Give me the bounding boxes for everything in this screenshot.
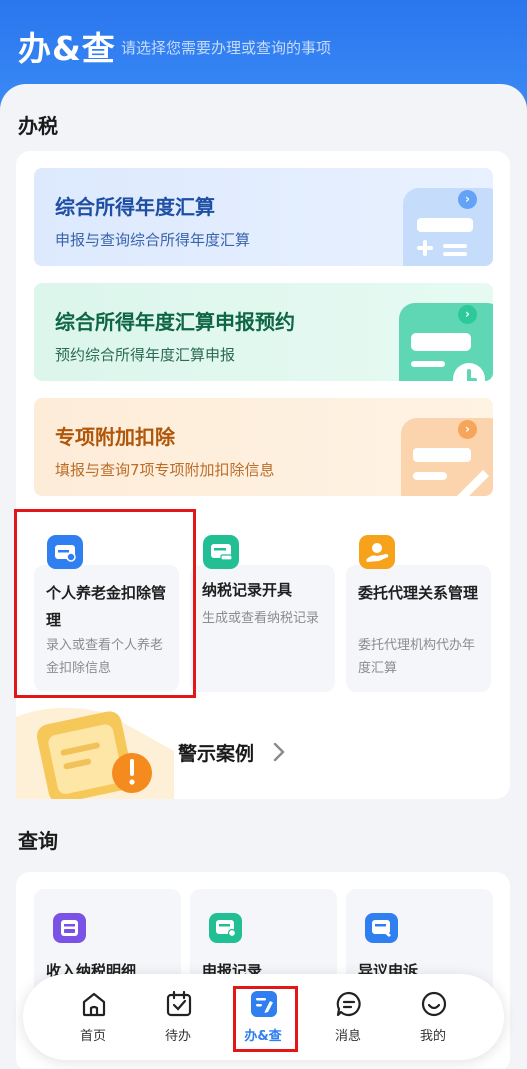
banner-title: 综合所得年度汇算 [55, 195, 215, 219]
service-desc: 委托代理机构代办年度汇算 [358, 638, 476, 676]
tab-label: 首页 [79, 1029, 106, 1044]
section-title-tax: 办税 [18, 114, 58, 138]
banner-annual-settlement[interactable]: 综合所得年度汇算 申报与查询综合所得年度汇算 › [34, 168, 493, 266]
calculator-icon [403, 188, 493, 266]
banner-title: 专项附加扣除 [55, 425, 175, 449]
agency-handshake-icon [359, 535, 395, 569]
tab-messages[interactable]: 消息 [318, 974, 378, 1060]
chevron-right-icon: › [458, 190, 477, 209]
service-desc: 生成或查看纳税记录 [202, 611, 320, 626]
page-subtitle: 请选择您需要办理或查询的事项 [121, 39, 332, 57]
warning-cases-label: 警示案例 [178, 743, 255, 765]
tab-home[interactable]: 首页 [63, 974, 123, 1060]
service-title: 委托代理关系管理 [358, 584, 479, 602]
tab-label: 我的 [419, 1029, 446, 1044]
warning-cases-row[interactable]: 警示案例 [16, 705, 510, 799]
highlight-box-tab [233, 986, 298, 1052]
tab-todo[interactable]: 待办 [148, 974, 208, 1060]
tab-mine[interactable]: 我的 [403, 974, 463, 1060]
banner-settlement-appointment[interactable]: 综合所得年度汇算申报预约 预约综合所得年度汇算申报 › [34, 283, 493, 381]
banner-desc: 预约综合所得年度汇算申报 [55, 346, 236, 364]
income-detail-icon [53, 913, 86, 943]
tab-label: 消息 [334, 1029, 361, 1044]
chevron-right-icon: › [458, 420, 477, 439]
banner-desc: 填报与查询7项专项附加扣除信息 [55, 461, 275, 479]
warning-board-icon [16, 707, 174, 799]
objection-appeal-icon [365, 913, 398, 943]
chevron-right-icon [273, 742, 285, 762]
tax-record-icon [203, 535, 239, 569]
section-title-query: 查询 [18, 829, 58, 853]
highlight-box-pension [14, 509, 196, 698]
declaration-record-icon [209, 913, 242, 943]
chevron-right-icon: › [458, 305, 477, 324]
banner-special-deduction[interactable]: 专项附加扣除 填报与查询7项专项附加扣除信息 › [34, 398, 493, 496]
banner-title: 综合所得年度汇算申报预约 [55, 310, 295, 334]
smile-icon [421, 991, 447, 1017]
calendar-check-icon [166, 990, 192, 1017]
service-title: 纳税记录开具 [202, 581, 293, 599]
message-icon [336, 991, 361, 1017]
home-icon [82, 992, 106, 1017]
service-agency-management[interactable]: 委托代理关系管理 委托代理机构代办年度汇算 [346, 535, 491, 692]
appointment-card-icon [399, 303, 493, 381]
tab-label: 待办 [164, 1029, 191, 1044]
banner-desc: 申报与查询综合所得年度汇算 [55, 231, 251, 249]
form-edit-icon [401, 418, 493, 496]
service-tax-record[interactable]: 纳税记录开具 生成或查看纳税记录 [190, 535, 335, 692]
page-title: 办&查 [18, 29, 116, 68]
